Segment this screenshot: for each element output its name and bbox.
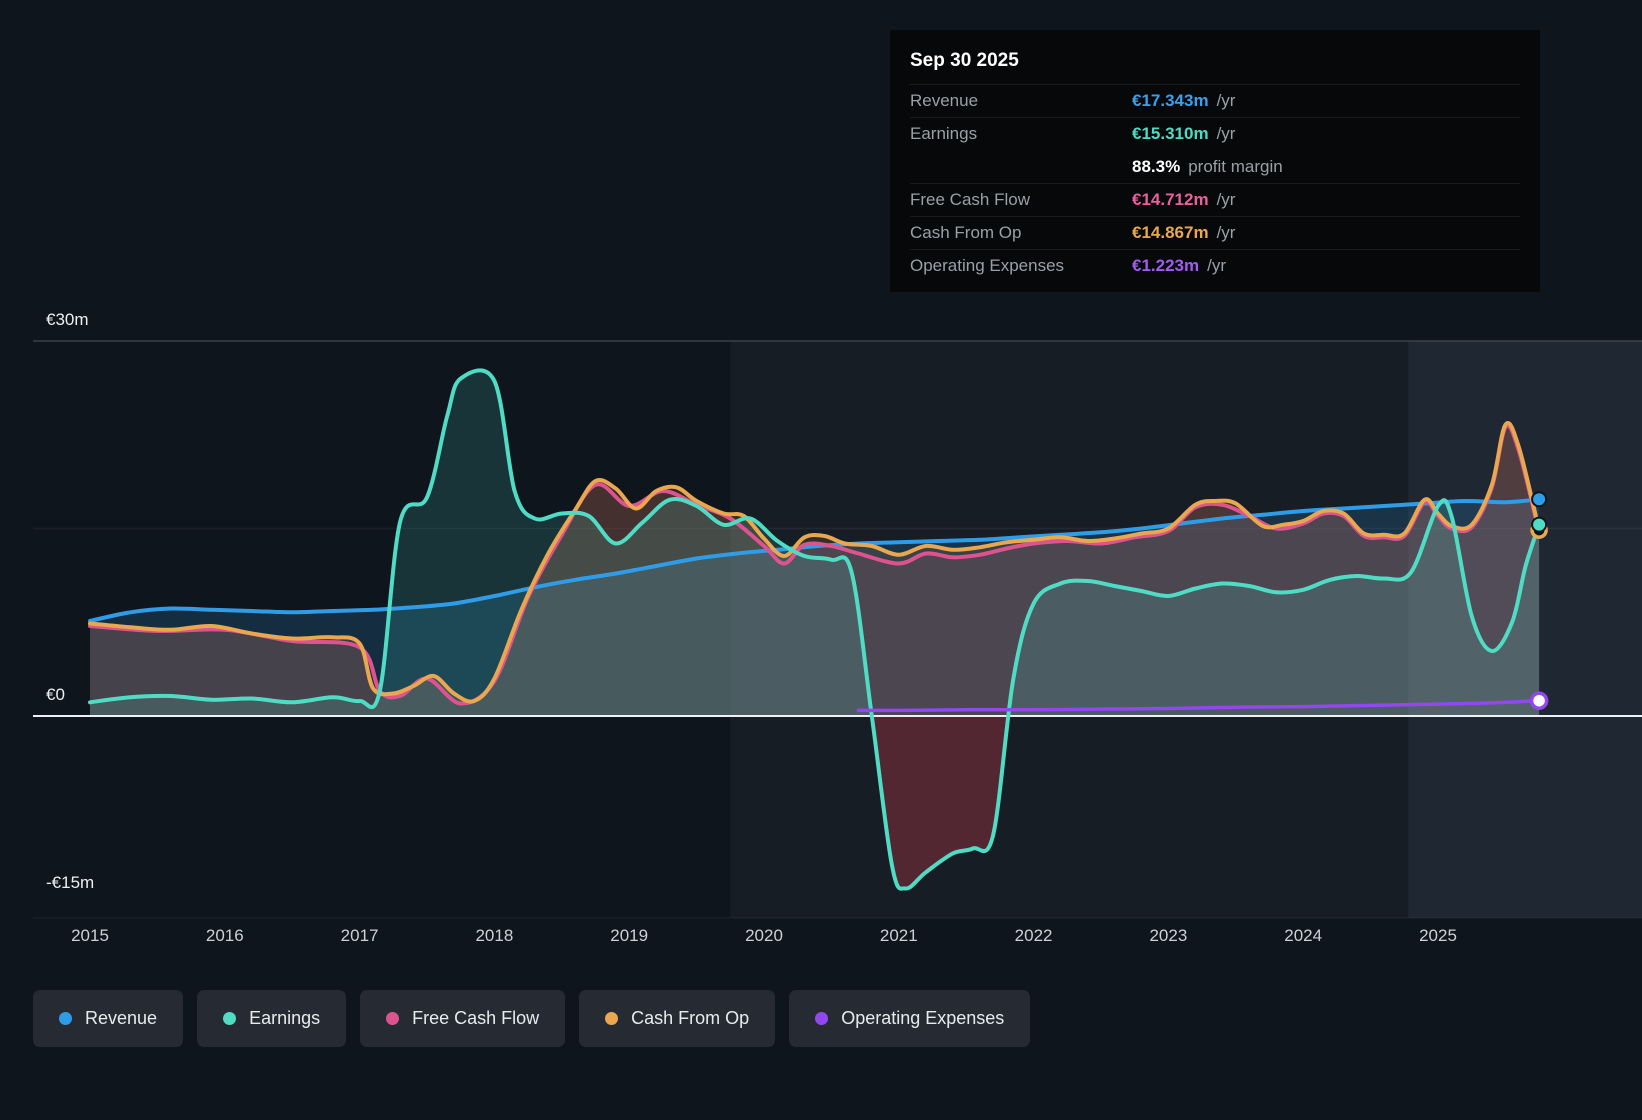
tooltip-row-earnings: Earnings €15.310m /yr	[910, 117, 1520, 150]
x-axis-label: 2016	[205, 926, 244, 945]
tooltip-row-operating-expenses: Operating Expenses €1.223m /yr	[910, 249, 1520, 282]
legend-item-earnings[interactable]: Earnings	[197, 990, 347, 1047]
legend: Revenue Earnings Free Cash Flow Cash From O…	[33, 990, 1031, 1047]
legend-item-label: Earnings	[249, 1008, 321, 1028]
x-axis-label: 2017	[340, 926, 379, 945]
legend-item-cash-from-op[interactable]: Cash From Op	[579, 990, 776, 1047]
x-axis-label: 2023	[1149, 926, 1188, 945]
legend-dot-icon	[223, 1012, 237, 1025]
tooltip-row-revenue: Revenue €17.343m /yr	[910, 84, 1520, 117]
y-axis-label: €0	[46, 685, 65, 704]
tooltip-row-free-cash-flow: Free Cash Flow €14.712m /yr	[910, 183, 1520, 216]
y-axis-label: -€15m	[46, 872, 95, 892]
x-axis-label: 2025	[1419, 926, 1457, 945]
y-axis-label: €30m	[46, 310, 89, 329]
legend-item-label: Operating Expenses	[841, 1008, 1005, 1028]
legend-item-free-cash-flow[interactable]: Free Cash Flow	[360, 990, 566, 1047]
legend-dot-icon	[815, 1012, 829, 1025]
legend-dot-icon	[386, 1012, 400, 1025]
series-end-dot-operating-expenses	[1529, 691, 1549, 710]
legend-item-operating-expenses[interactable]: Operating Expenses	[789, 990, 1031, 1047]
legend-item-label: Free Cash Flow	[412, 1008, 540, 1028]
x-axis-label: 2015	[71, 926, 109, 945]
tooltip-date: Sep 30 2025	[910, 50, 1019, 71]
tooltip-panel: Sep 30 2025 Revenue €17.343m /yr Earning…	[890, 30, 1540, 292]
x-axis-label: 2024	[1284, 926, 1323, 945]
legend-item-revenue[interactable]: Revenue	[33, 990, 184, 1047]
series-end-dot-earnings	[1531, 516, 1548, 533]
tooltip-row-cash-from-op: Cash From Op €14.867m /yr	[910, 216, 1520, 249]
legend-item-label: Cash From Op	[631, 1008, 750, 1028]
series-end-dot-revenue	[1531, 491, 1548, 508]
legend-dot-icon	[59, 1012, 72, 1025]
x-axis-label: 2018	[475, 926, 514, 945]
x-axis-label: 2021	[879, 926, 918, 945]
chart-page: €30m €0 -€15m 2015 2016 2017 2018 2019 2020 2021…	[0, 0, 1642, 1120]
x-axis-label: 2020	[745, 926, 783, 945]
tooltip-row-profit-margin: 88.3% profit margin	[1132, 156, 1283, 176]
legend-dot-icon	[605, 1012, 619, 1025]
legend-item-label: Revenue	[85, 1008, 158, 1028]
x-axis-label: 2022	[1014, 926, 1053, 945]
x-axis-label: 2019	[610, 926, 649, 945]
